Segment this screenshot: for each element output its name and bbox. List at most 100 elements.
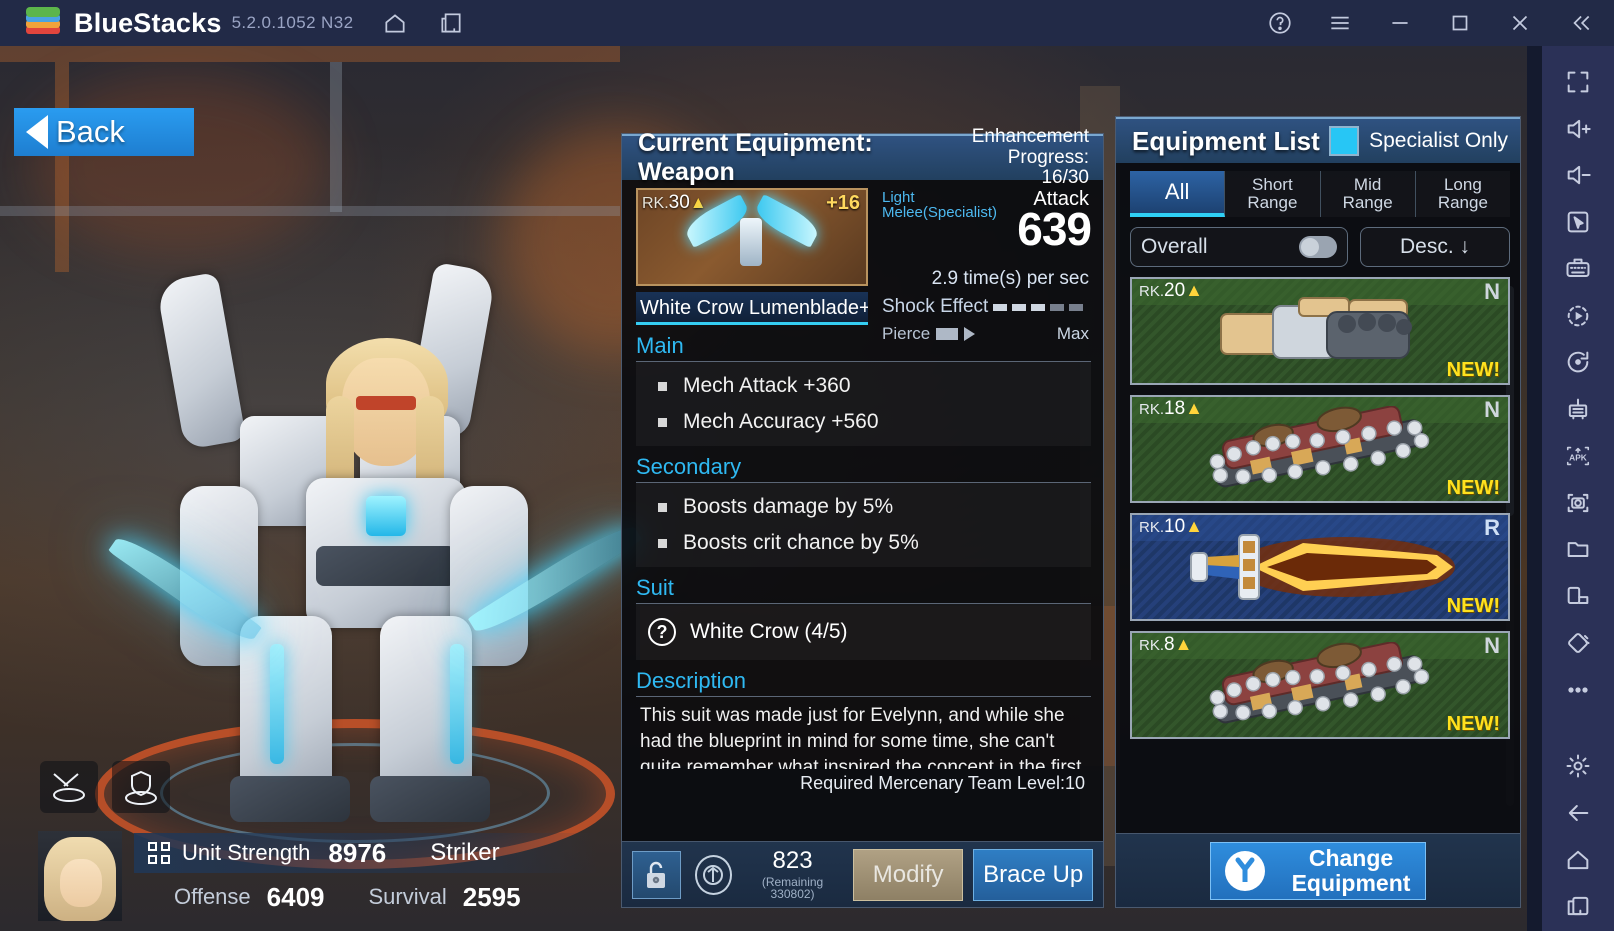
suit-row[interactable]: ? White Crow (4/5) — [636, 604, 1091, 660]
volume-up-icon[interactable] — [1555, 107, 1601, 151]
list-item[interactable]: RK.8▲ N NEW! — [1130, 631, 1510, 739]
toggle-switch-icon[interactable] — [1299, 236, 1337, 258]
back-arrow-icon[interactable] — [1555, 791, 1601, 835]
equipment-panel-footer: 823 (Remaining 330802) Modify Brace Up — [622, 841, 1103, 907]
unlocked-padlock-icon[interactable] — [632, 850, 681, 899]
currency-remaining: (Remaining 330802) — [761, 875, 824, 901]
macro-record-icon[interactable] — [1555, 294, 1601, 338]
equipment-list-footer: Change Equipment — [1116, 833, 1520, 907]
help-icon[interactable] — [1266, 9, 1294, 37]
tab-short-range[interactable]: Short Range — [1225, 171, 1321, 217]
list-item[interactable]: RK.20▲ N NEW! — [1130, 277, 1510, 385]
current-equipment-title: Current Equipment: Weapon — [638, 129, 873, 186]
item-grade: N — [1484, 279, 1500, 304]
equipment-list-title: Equipment List — [1132, 125, 1320, 156]
new-badge: NEW! — [1446, 477, 1500, 499]
survival-value: 2595 — [462, 881, 521, 912]
item-enhance-level: +16 — [826, 192, 860, 214]
section-label-description: Description — [636, 668, 747, 693]
more-icon[interactable] — [1555, 668, 1601, 712]
media-folder-icon[interactable] — [1555, 528, 1601, 572]
sort-order-button[interactable]: Desc. ↓ — [1360, 227, 1510, 267]
checkbox-icon[interactable] — [1329, 126, 1360, 156]
background-pipe — [330, 62, 342, 212]
secondary-stats-list: Boosts damage by 5% Boosts crit chance b… — [636, 483, 1091, 567]
specialist-only-label: Specialist Only — [1369, 129, 1508, 152]
home-icon[interactable] — [381, 9, 409, 37]
eco-mode-icon[interactable] — [1555, 387, 1601, 431]
modify-button[interactable]: Modify — [852, 848, 964, 901]
list-filters: Overall Desc. ↓ — [1130, 227, 1510, 267]
maximize-icon[interactable] — [1446, 9, 1474, 37]
multi-instance-icon[interactable] — [437, 9, 465, 37]
install-apk-icon[interactable]: APK — [1555, 434, 1601, 478]
offense-label: Offense — [174, 884, 251, 909]
unit-strength-value: 8976 — [328, 837, 387, 868]
settings-gear-icon[interactable] — [1555, 744, 1601, 788]
unit-substats-row: Offense 6409 Survival 2595 — [134, 877, 598, 917]
pierce-max-label: Max — [1056, 324, 1089, 343]
cursor-icon[interactable] — [1555, 200, 1601, 244]
question-mark-icon[interactable]: ? — [648, 618, 676, 646]
shake-icon[interactable] — [1555, 621, 1601, 665]
avatar[interactable] — [38, 831, 122, 921]
game-viewport[interactable]: BACK Back Unit St — [0, 46, 1527, 931]
menu-icon[interactable] — [1326, 9, 1354, 37]
section-label-main: Main — [636, 333, 684, 358]
equipped-item-name: White Crow Lumenblade+16 — [636, 292, 868, 325]
overall-filter-dropdown[interactable]: Overall — [1130, 227, 1348, 267]
list-item[interactable]: RK.18▲ N NEW! — [1130, 395, 1510, 503]
change-equipment-button[interactable]: Change Equipment — [1210, 841, 1426, 900]
list-item[interactable]: RK.10▲ R NEW! — [1130, 513, 1510, 621]
shock-effect-label: Shock Effect — [882, 296, 989, 317]
chevron-left-icon — [26, 115, 48, 149]
app-name: BlueStacks — [74, 7, 222, 38]
bluestacks-sidebar: APK — [1542, 46, 1614, 931]
window-controls — [1234, 9, 1614, 37]
back-button[interactable]: Back — [14, 108, 194, 156]
weapon-stats: Light Melee(Specialist) Attack 639 2.9 t… — [882, 184, 1092, 343]
unit-strength-row: Unit Strength 8976 Striker — [134, 833, 598, 873]
tab-all[interactable]: All — [1130, 171, 1226, 217]
rotate-icon[interactable] — [1555, 341, 1601, 385]
recents-icon[interactable] — [1555, 884, 1601, 928]
equipment-card-list[interactable]: RK.20▲ N NEW! RK.18▲ N NEW! RK.10▲ R NEW… — [1130, 277, 1510, 833]
tab-mid-range[interactable]: Mid Range — [1321, 171, 1416, 217]
close-icon[interactable] — [1506, 9, 1534, 37]
app-version: 5.2.0.1052 N32 — [231, 13, 354, 32]
background-glow — [30, 76, 330, 256]
screenshot-icon[interactable] — [1555, 481, 1601, 525]
volume-down-icon[interactable] — [1555, 154, 1601, 198]
list-item: Mech Attack +360 — [636, 368, 1091, 404]
brace-up-button[interactable]: Brace Up — [973, 848, 1093, 901]
pierce-label: Pierce — [882, 324, 931, 343]
currency-value: 823 — [772, 847, 813, 874]
item-grade: N — [1484, 633, 1500, 658]
list-item: Boosts damage by 5% — [636, 489, 1091, 525]
unit-role: Striker — [430, 839, 500, 866]
list-item: Mech Accuracy +560 — [636, 404, 1091, 440]
item-grade: N — [1484, 397, 1500, 422]
equipped-item-thumbnail[interactable]: RK.30▲ +16 — [636, 188, 868, 286]
skill-icon-shield[interactable] — [112, 761, 170, 813]
keyboard-controls-icon[interactable] — [1555, 247, 1601, 291]
tab-long-range[interactable]: Long Range — [1416, 171, 1510, 217]
specialist-only-toggle[interactable]: Specialist Only — [1329, 126, 1508, 156]
grid-icon — [148, 842, 170, 864]
section-label-suit: Suit — [636, 575, 674, 600]
new-badge: NEW! — [1446, 595, 1500, 617]
required-level: Required Mercenary Team Level:10 — [800, 773, 1085, 793]
skill-icon-weapon[interactable] — [40, 761, 98, 813]
sort-order-label: Desc. ↓ — [1399, 235, 1470, 258]
attack-value: 639 — [1017, 203, 1092, 255]
attack-rate: 2.9 time(s) per sec — [931, 268, 1089, 289]
collapse-icon[interactable] — [1566, 9, 1594, 37]
lumenblade-icon — [681, 194, 823, 272]
minimize-icon[interactable] — [1386, 9, 1414, 37]
enhancement-label: Enhancement — [971, 126, 1089, 148]
fullscreen-icon[interactable] — [1555, 60, 1601, 104]
survival-label: Survival — [368, 884, 447, 909]
wrench-icon — [1225, 850, 1265, 891]
multi-window-icon[interactable] — [1555, 574, 1601, 618]
home-icon[interactable] — [1555, 838, 1601, 882]
